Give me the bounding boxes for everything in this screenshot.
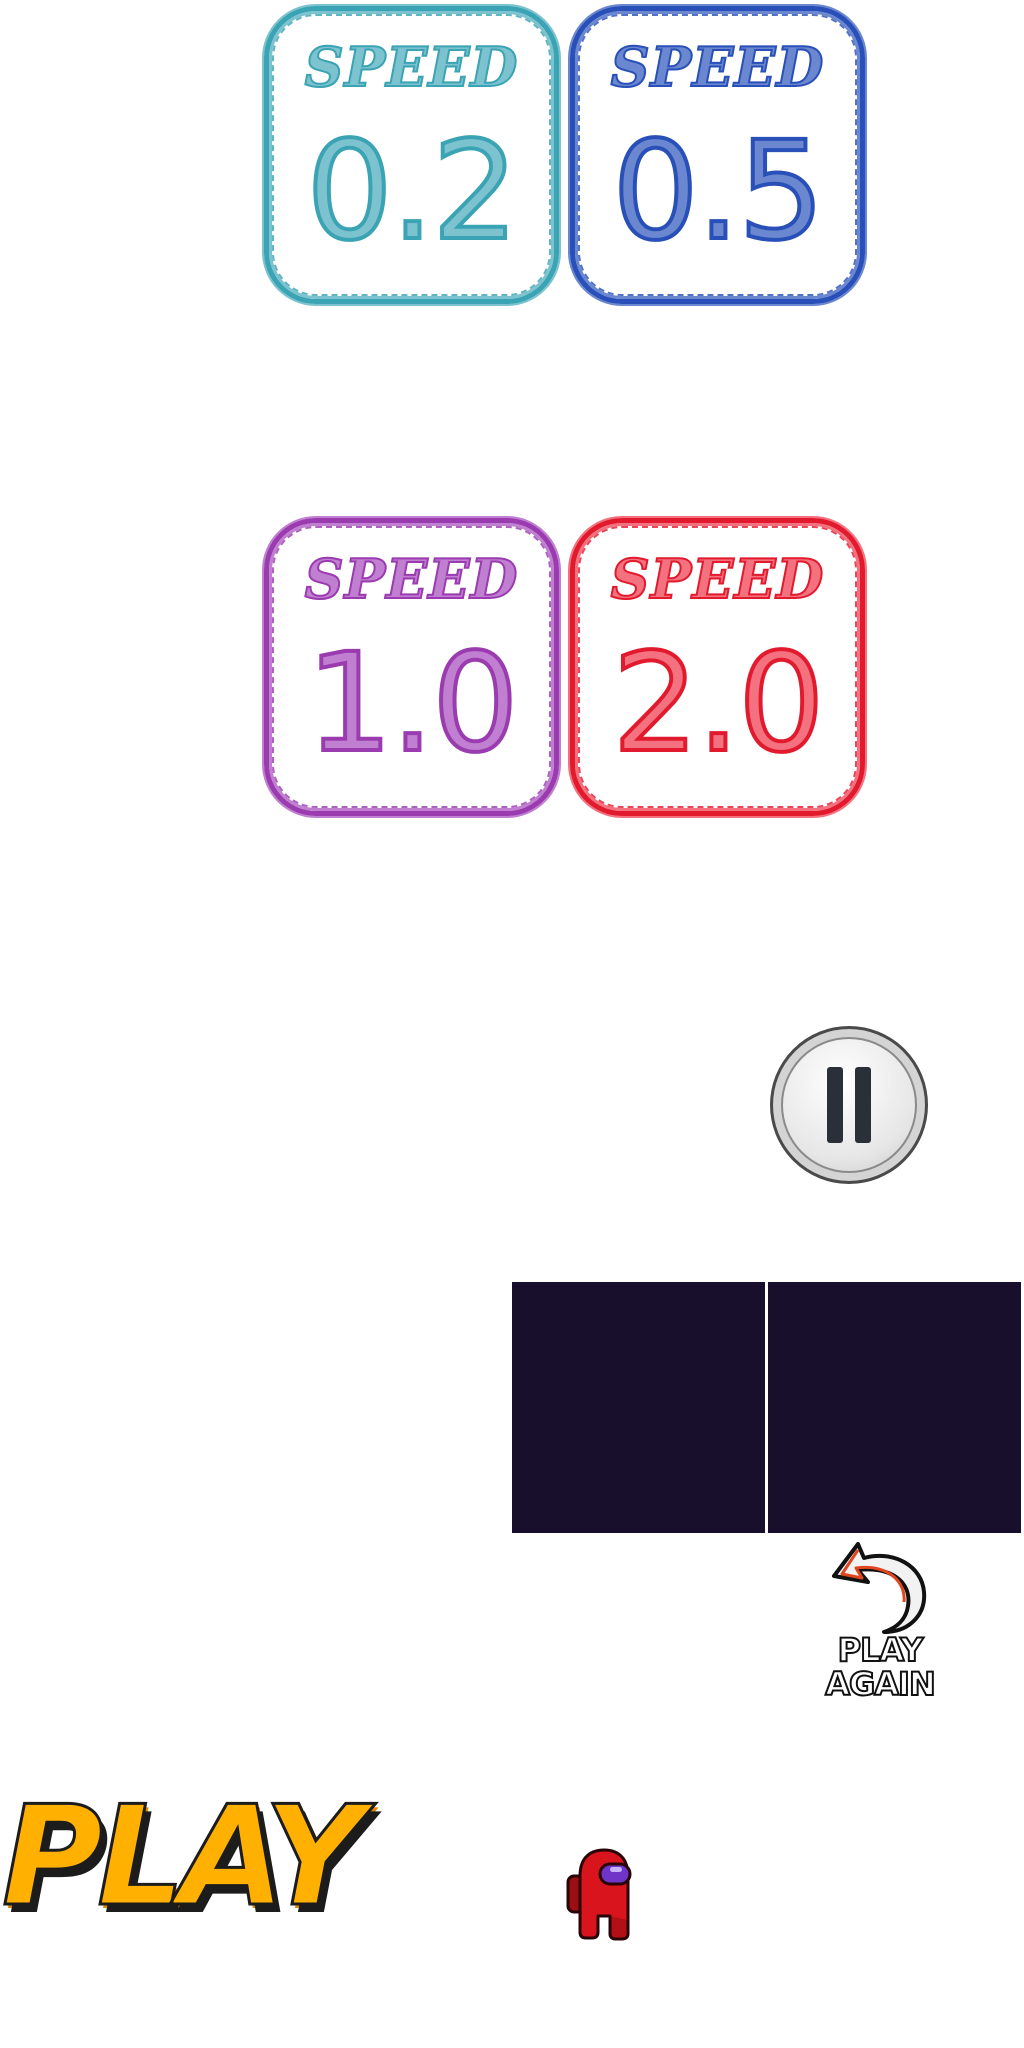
pause-bar-left xyxy=(827,1067,843,1143)
crewmate-icon xyxy=(566,1846,638,1942)
pause-button[interactable] xyxy=(770,1026,928,1184)
play-again-label-line2: AGAIN xyxy=(824,1665,936,1703)
replay-arrow-icon xyxy=(832,1542,927,1634)
dark-panel-left xyxy=(512,1282,765,1533)
dark-panel-right xyxy=(768,1282,1021,1533)
speed-value: 0.5 xyxy=(610,113,826,271)
play-label: PLAY xyxy=(1,1776,366,1937)
speed-button-2-0[interactable]: SPEED 2.0 xyxy=(570,518,865,816)
speed-value: 2.0 xyxy=(610,625,826,783)
speed-value: 0.2 xyxy=(304,113,520,271)
play-again-label-line1: PLAY xyxy=(837,1631,925,1669)
play-button[interactable]: PLAY xyxy=(0,1776,420,1937)
pause-bar-right xyxy=(855,1067,871,1143)
speed-label: SPEED xyxy=(610,35,825,99)
speed-button-0-5[interactable]: SPEED 0.5 xyxy=(570,6,865,304)
speed-value: 1.0 xyxy=(304,625,520,783)
speed-button-0-2[interactable]: SPEED 0.2 xyxy=(264,6,559,304)
speed-label: SPEED xyxy=(304,547,519,611)
play-again-button[interactable]: PLAY AGAIN xyxy=(820,1536,940,1710)
speed-label: SPEED xyxy=(610,547,825,611)
speed-label: SPEED xyxy=(304,35,519,99)
speed-button-1-0[interactable]: SPEED 1.0 xyxy=(264,518,559,816)
